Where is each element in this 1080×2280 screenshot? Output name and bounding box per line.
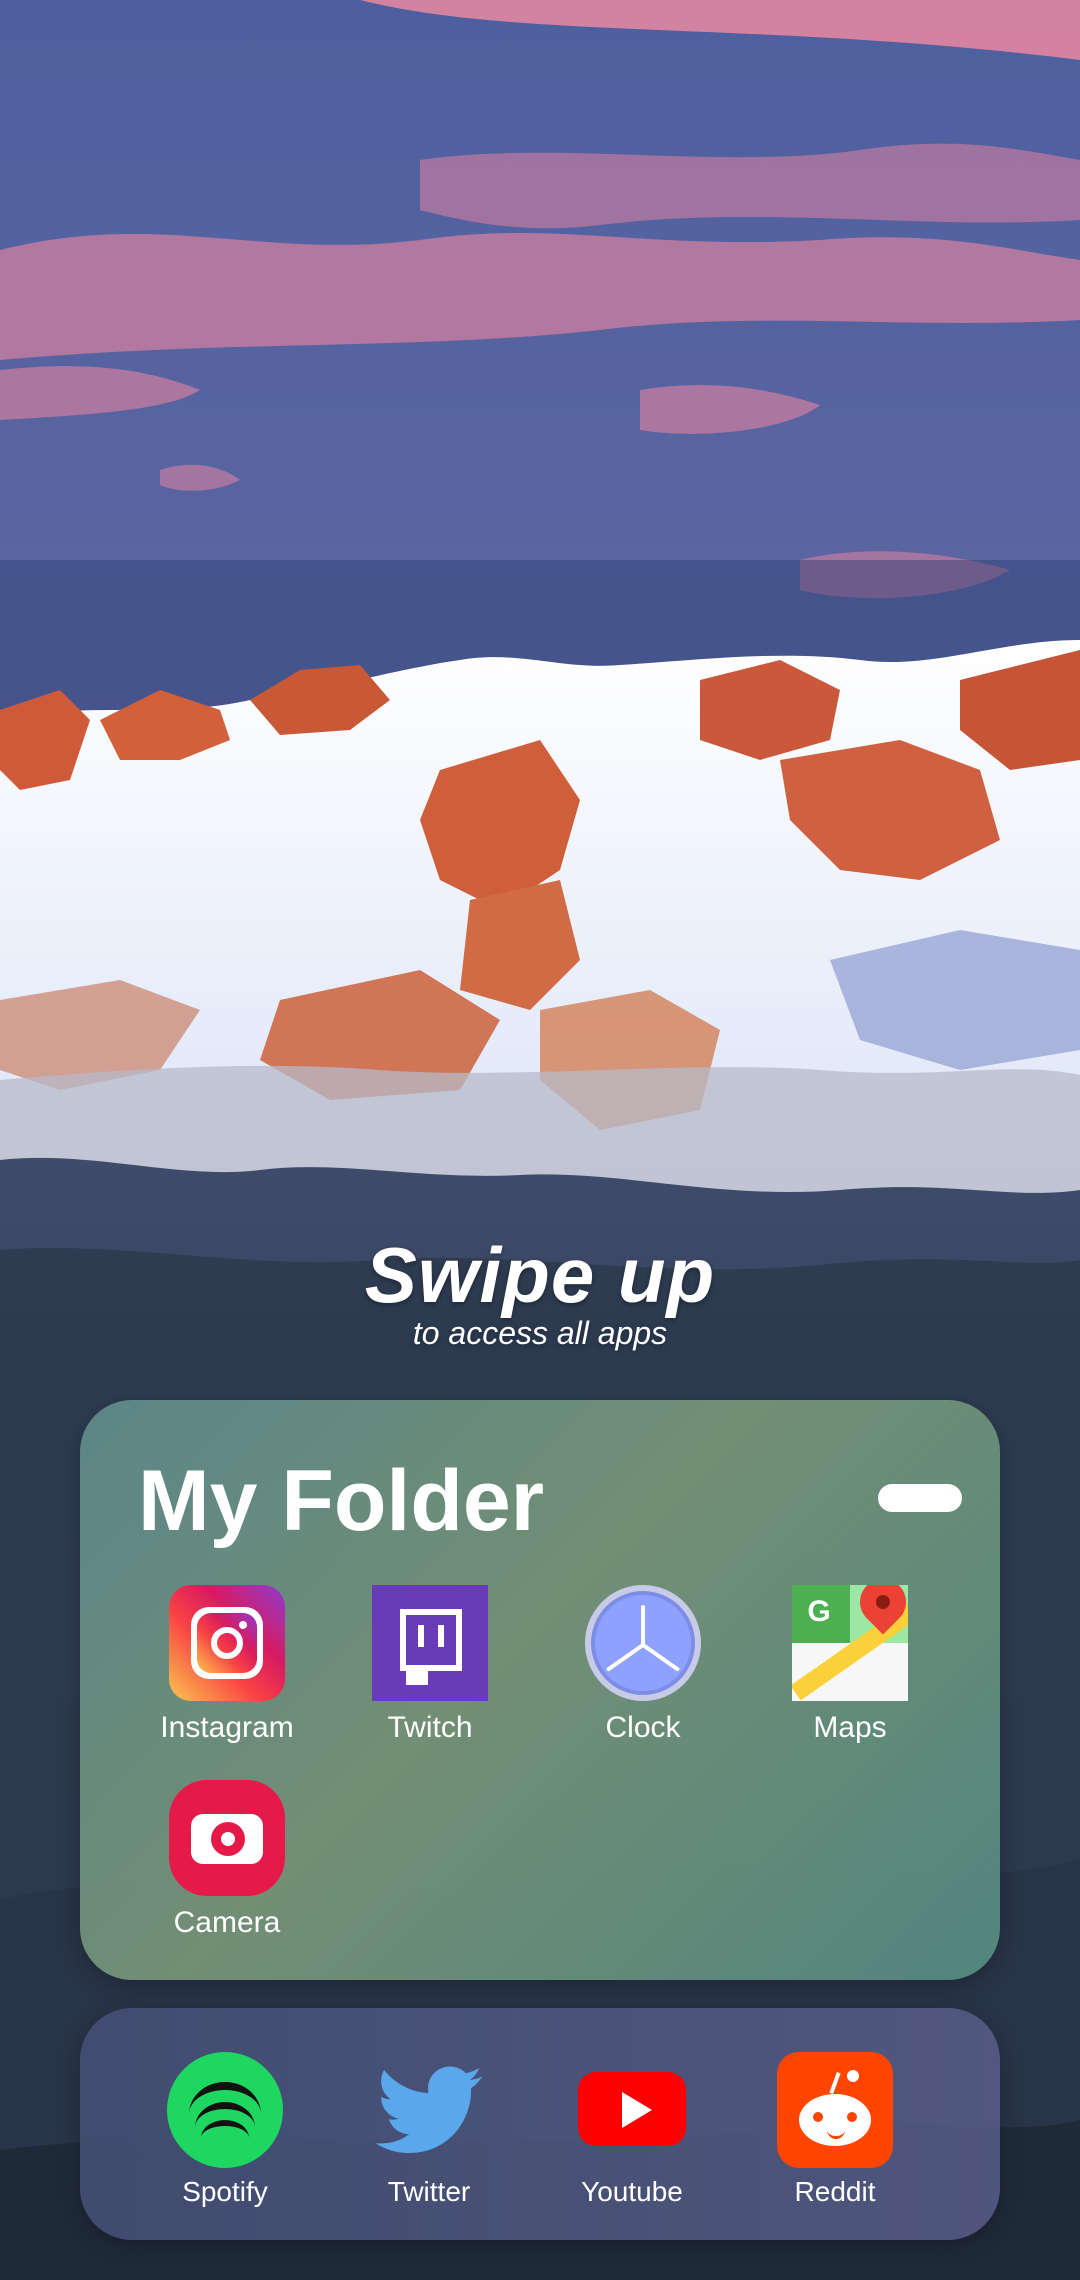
app-twitch[interactable]: Twitch xyxy=(335,1585,525,1745)
youtube-icon xyxy=(574,2052,690,2168)
app-maps[interactable]: G Maps xyxy=(755,1585,945,1745)
instagram-icon xyxy=(169,1585,285,1701)
twitch-icon xyxy=(372,1585,488,1701)
reddit-icon xyxy=(777,2052,893,2168)
app-label-clock: Clock xyxy=(605,1711,681,1744)
dock-app-youtube[interactable]: Youtube xyxy=(542,2052,722,2208)
dock-label-reddit: Reddit xyxy=(794,2176,876,2207)
app-label-camera: Camera xyxy=(173,1906,281,1939)
dock-label-spotify: Spotify xyxy=(182,2176,268,2207)
app-instagram[interactable]: Instagram xyxy=(132,1585,322,1745)
app-folder: My Folder Instagram Twitch Clock G Maps … xyxy=(80,1400,1000,1980)
twitter-icon xyxy=(371,2052,487,2168)
dock-label-youtube: Youtube xyxy=(581,2176,683,2207)
camera-icon xyxy=(169,1780,285,1896)
swipe-title: Swipe up xyxy=(364,1231,716,1319)
dock-app-twitter[interactable]: Twitter xyxy=(339,2052,519,2208)
app-camera[interactable]: Camera xyxy=(132,1780,322,1940)
spotify-icon xyxy=(167,2052,283,2168)
maps-icon: G xyxy=(792,1585,908,1701)
app-label-instagram: Instagram xyxy=(160,1711,294,1744)
dock-app-spotify[interactable]: Spotify xyxy=(135,2052,315,2208)
dock-label-twitter: Twitter xyxy=(387,2176,471,2207)
swipe-hint: Swipe up to access all apps xyxy=(0,1230,1080,1352)
clock-icon xyxy=(585,1585,701,1701)
folder-title: My Folder xyxy=(138,1453,545,1549)
app-clock[interactable]: Clock xyxy=(548,1585,738,1745)
swipe-subtitle: to access all apps xyxy=(412,1315,668,1351)
dock-app-reddit[interactable]: Reddit xyxy=(745,2052,925,2208)
app-label-twitch: Twitch xyxy=(387,1711,473,1744)
app-label-maps: Maps xyxy=(813,1711,887,1744)
folder-close-pill[interactable] xyxy=(878,1484,962,1512)
dock: Spotify Twitter Youtube Reddit xyxy=(80,2008,1000,2240)
